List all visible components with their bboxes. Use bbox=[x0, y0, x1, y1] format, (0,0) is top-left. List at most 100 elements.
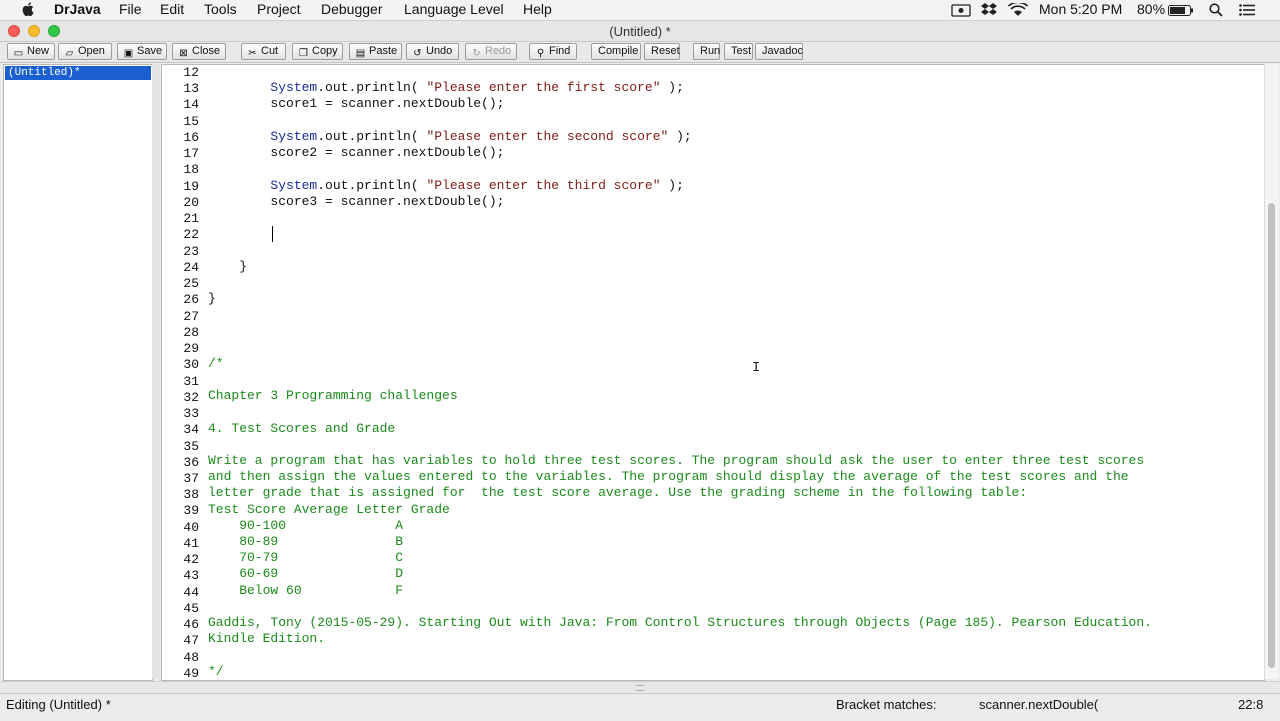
pane-splitter[interactable] bbox=[152, 64, 160, 679]
scrollbar-thumb[interactable] bbox=[1268, 203, 1275, 668]
search-icon[interactable] bbox=[1209, 3, 1223, 17]
menu-tools[interactable]: Tools bbox=[204, 1, 237, 17]
menu-debugger[interactable]: Debugger bbox=[321, 1, 383, 17]
menu-help[interactable]: Help bbox=[523, 1, 552, 17]
code-line-26: } bbox=[208, 291, 216, 306]
undo-label: Undo bbox=[426, 45, 453, 57]
menu-file[interactable]: File bbox=[119, 1, 142, 17]
code-token: ); bbox=[660, 178, 684, 193]
menu-language-level[interactable]: Language Level bbox=[404, 1, 504, 17]
save-label: Save bbox=[137, 45, 163, 57]
line-number: 34 bbox=[183, 422, 199, 437]
open-folder-icon: ▱ bbox=[65, 48, 74, 59]
line-number: 23 bbox=[183, 244, 199, 259]
menu-project[interactable]: Project bbox=[257, 1, 301, 17]
code-line-39: Test Score Average Letter Grade bbox=[208, 502, 450, 517]
javadoc-button[interactable]: Javadoc bbox=[755, 43, 803, 60]
status-bracket-label: Bracket matches: bbox=[836, 697, 937, 712]
code-line-36: Write a program that has variables to ho… bbox=[208, 453, 1145, 468]
new-button[interactable]: ▭ New bbox=[7, 43, 55, 60]
status-bar: Editing (Untitled) * Bracket matches: sc… bbox=[0, 693, 1280, 721]
code-token: .out.println( bbox=[317, 80, 427, 95]
test-button[interactable]: Test bbox=[724, 43, 753, 60]
open-button[interactable]: ▱ Open bbox=[58, 43, 112, 60]
line-number: 40 bbox=[183, 520, 199, 535]
reset-button[interactable]: Reset bbox=[644, 43, 680, 60]
undo-button[interactable]: ↺ Undo bbox=[406, 43, 459, 60]
close-file-icon: ⊠ bbox=[179, 48, 188, 59]
line-number: 21 bbox=[183, 211, 199, 226]
clipboard-icon: ▤ bbox=[355, 48, 366, 59]
cut-button[interactable]: ✂ Cut bbox=[241, 43, 286, 60]
reset-label: Reset bbox=[651, 45, 680, 57]
code-token: .out.println( bbox=[317, 178, 427, 193]
line-number: 49 bbox=[183, 666, 199, 681]
list-icon[interactable] bbox=[1239, 4, 1255, 16]
compile-button[interactable]: Compile bbox=[591, 43, 641, 60]
line-number: 33 bbox=[183, 406, 199, 421]
line-number: 28 bbox=[183, 325, 199, 340]
code-editor[interactable]: 12 13 14 15 16 17 18 19 20 21 22 23 24 25 26 27 28 29 30 31… bbox=[161, 64, 1265, 681]
file-item-untitled[interactable]: (Untitled)* bbox=[5, 66, 151, 80]
menu-app-name[interactable]: DrJava bbox=[54, 1, 101, 17]
paste-button[interactable]: ▤ Paste bbox=[349, 43, 402, 60]
wifi-icon[interactable] bbox=[1008, 3, 1028, 17]
status-bracket-value: scanner.nextDouble( bbox=[979, 697, 1099, 712]
copy-button[interactable]: ❐ Copy bbox=[292, 43, 343, 60]
divider-grip-icon[interactable] bbox=[636, 685, 644, 691]
dropbox-icon[interactable] bbox=[981, 2, 997, 17]
battery-percent[interactable]: 80% bbox=[1137, 1, 1165, 17]
screen-icon[interactable] bbox=[951, 4, 971, 17]
line-number: 32 bbox=[183, 390, 199, 405]
line-number: 44 bbox=[183, 585, 199, 600]
close-file-button[interactable]: ⊠ Close bbox=[172, 43, 226, 60]
run-label: Run bbox=[700, 45, 721, 57]
line-number: 22 bbox=[183, 227, 199, 242]
line-number: 35 bbox=[183, 439, 199, 454]
new-file-icon: ▭ bbox=[13, 48, 24, 59]
code-line-46: Gaddis, Tony (2015-05-29). Starting Out … bbox=[208, 615, 1152, 630]
menu-edit[interactable]: Edit bbox=[160, 1, 184, 17]
line-number: 16 bbox=[183, 130, 199, 145]
code-token: ); bbox=[668, 129, 692, 144]
vertical-scrollbar[interactable] bbox=[1264, 64, 1279, 679]
save-button[interactable]: ▣ Save bbox=[117, 43, 167, 60]
run-button[interactable]: Run bbox=[693, 43, 720, 60]
line-number: 45 bbox=[183, 601, 199, 616]
interactions-pane-divider[interactable] bbox=[0, 681, 1280, 693]
code-line-40: 90-100 A bbox=[208, 518, 404, 533]
line-number: 12 bbox=[183, 65, 199, 80]
battery-icon[interactable] bbox=[1168, 5, 1194, 16]
text-caret bbox=[272, 226, 273, 242]
binoculars-icon: ⚲ bbox=[536, 48, 545, 59]
line-number: 27 bbox=[183, 309, 199, 324]
window-titlebar: (Untitled) * bbox=[0, 21, 1280, 42]
find-label: Find bbox=[549, 45, 571, 57]
code-line-14: score1 = scanner.nextDouble(); bbox=[208, 96, 504, 111]
menubar-clock[interactable]: Mon 5:20 PM bbox=[1039, 1, 1122, 17]
status-cursor-position: 22:8 bbox=[1238, 697, 1264, 712]
mac-menubar: DrJava File Edit Tools Project Debugger … bbox=[0, 0, 1280, 21]
line-number: 26 bbox=[183, 292, 199, 307]
line-number: 24 bbox=[183, 260, 199, 275]
line-number: 14 bbox=[183, 97, 199, 112]
find-button[interactable]: ⚲ Find bbox=[529, 43, 577, 60]
code-line-42: 70-79 C bbox=[208, 550, 404, 565]
undo-icon: ↺ bbox=[413, 48, 422, 59]
cut-label: Cut bbox=[261, 45, 279, 57]
redo-icon: ↻ bbox=[472, 48, 481, 59]
line-number: 19 bbox=[183, 179, 199, 194]
code-token: } bbox=[208, 291, 216, 306]
code-string: "Please enter the third score" bbox=[426, 178, 661, 193]
code-string: "Please enter the first score" bbox=[426, 80, 661, 95]
code-line-49: */ bbox=[208, 664, 224, 679]
code-token-system: System bbox=[270, 178, 318, 193]
code-line-30: /* bbox=[208, 356, 224, 371]
redo-button[interactable]: ↻ Redo bbox=[465, 43, 517, 60]
code-token: } bbox=[239, 259, 248, 274]
line-number: 41 bbox=[183, 536, 199, 551]
file-navigator[interactable]: (Untitled)* bbox=[3, 64, 153, 681]
line-number: 46 bbox=[183, 617, 199, 632]
apple-icon[interactable] bbox=[22, 2, 34, 16]
open-label: Open bbox=[78, 45, 105, 57]
